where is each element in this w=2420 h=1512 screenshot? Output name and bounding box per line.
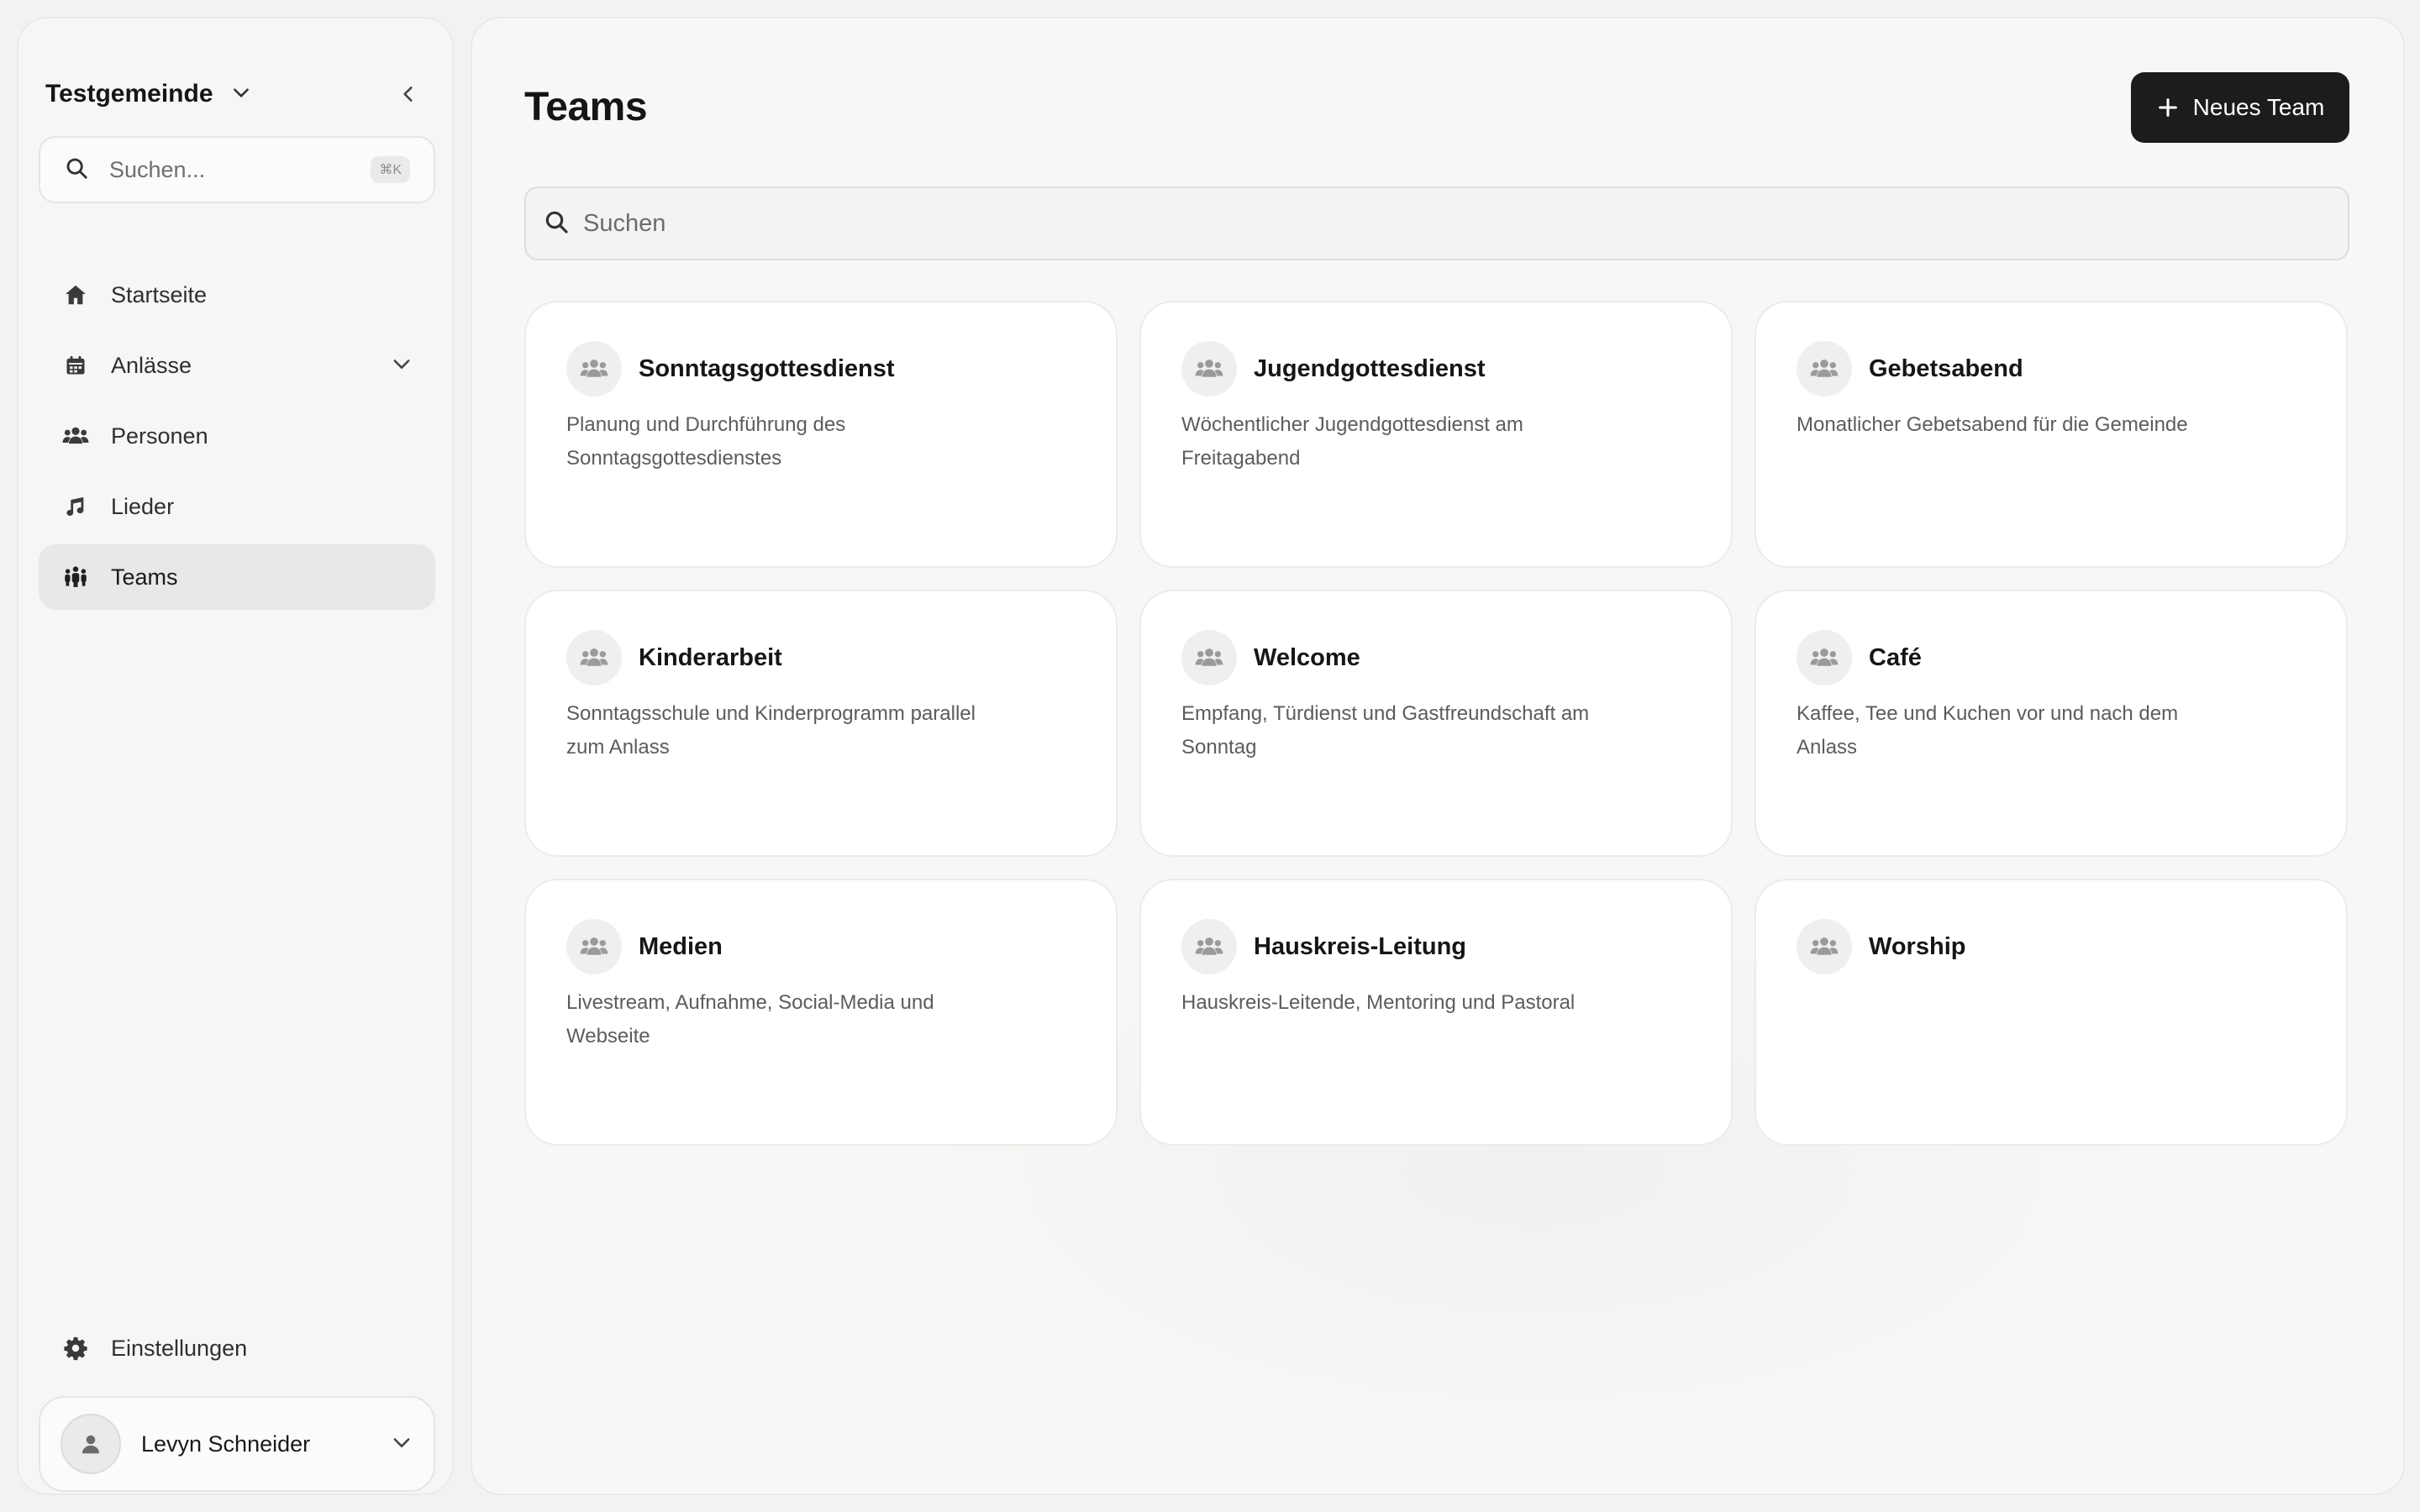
user-icon xyxy=(82,1435,99,1454)
sidebar: Testgemeinde Suchen... ⌘K Startseite Anl… xyxy=(17,17,454,1495)
team-name: Medien xyxy=(639,932,723,960)
team-description: Hauskreis-Leitende, Mentoring und Pastor… xyxy=(1181,991,1576,1014)
team-description: Sonntagsschule und Kinderprogramm parall… xyxy=(566,702,976,759)
chevron-left-icon xyxy=(403,87,413,102)
music-note-icon xyxy=(62,493,89,520)
team-card[interactable]: Sonntagsgottesdienst Planung und Durchfü… xyxy=(524,301,1118,568)
home-icon xyxy=(62,281,89,308)
sidebar-item-teams[interactable]: Teams xyxy=(39,544,435,610)
people-icon xyxy=(62,423,89,449)
team-icon xyxy=(566,919,622,974)
calendar-icon xyxy=(62,352,89,379)
user-menu[interactable]: Levyn Schneider xyxy=(39,1396,435,1492)
team-icon xyxy=(566,341,622,396)
user-name: Levyn Schneider xyxy=(141,1431,311,1457)
chevron-down-icon xyxy=(230,81,252,108)
plus-icon xyxy=(2158,98,2177,117)
new-team-button-label: Neues Team xyxy=(2192,94,2325,120)
team-icon xyxy=(1797,630,1852,685)
team-description: Kaffee, Tee und Kuchen vor und nach dem … xyxy=(1797,702,2179,759)
team-icon xyxy=(1181,341,1237,396)
team-description: Monatlicher Gebetsabend für die Gemeinde xyxy=(1797,413,2188,436)
team-description: Livestream, Aufnahme, Social-Media und W… xyxy=(566,991,934,1047)
avatar xyxy=(60,1414,121,1474)
sidebar-item-label: Startseite xyxy=(111,281,208,307)
team-search-input[interactable]: Suchen xyxy=(524,186,2349,260)
chevron-down-icon xyxy=(390,352,413,380)
page-title: Teams xyxy=(524,85,648,129)
search-placeholder: Suchen... xyxy=(109,156,206,182)
team-icon xyxy=(1797,919,1852,974)
team-name: Sonntagsgottesdienst xyxy=(639,354,895,382)
sidebar-item-label: Anlässe xyxy=(111,352,192,378)
search-placeholder: Suchen xyxy=(583,209,666,237)
settings-label: Einstellungen xyxy=(111,1335,248,1361)
sidebar-item-einstellungen[interactable]: Einstellungen xyxy=(39,1319,435,1378)
team-name: Hauskreis-Leitung xyxy=(1254,932,1466,960)
chevron-down-icon xyxy=(390,1431,413,1458)
team-card[interactable]: Welcome Empfang, Türdienst und Gastfreun… xyxy=(1139,590,1733,857)
team-description: Wöchentlicher Jugendgottesdienst am Frei… xyxy=(1181,413,1523,470)
team-card[interactable]: Jugendgottesdienst Wöchentlicher Jugendg… xyxy=(1139,301,1733,568)
search-icon xyxy=(64,155,89,185)
sidebar-item-label: Personen xyxy=(111,423,208,449)
team-card[interactable]: Kinderarbeit Sonntagsschule und Kinderpr… xyxy=(524,590,1118,857)
team-name: Gebetsabend xyxy=(1869,354,2023,382)
team-card[interactable]: Worship xyxy=(1754,879,2348,1146)
collapse-sidebar-button[interactable] xyxy=(388,74,429,114)
team-description: Planung und Durchführung des Sonntagsgot… xyxy=(566,413,846,470)
sidebar-item-personen[interactable]: Personen xyxy=(39,403,435,469)
main-content: Teams Neues Team Suchen Sonntagsgottesdi… xyxy=(471,17,2405,1495)
team-card[interactable]: Gebetsabend Monatlicher Gebetsabend für … xyxy=(1754,301,2348,568)
team-name: Worship xyxy=(1869,932,1966,960)
team-card[interactable]: Hauskreis-Leitung Hauskreis-Leitende, Me… xyxy=(1139,879,1733,1146)
sidebar-item-label: Teams xyxy=(111,564,178,590)
team-icon xyxy=(1181,630,1237,685)
team-name: Kinderarbeit xyxy=(639,643,782,671)
team-name: Café xyxy=(1869,643,1922,671)
team-card[interactable]: Café Kaffee, Tee und Kuchen vor und nach… xyxy=(1754,590,2348,857)
sidebar-item-anlaesse[interactable]: Anlässe xyxy=(39,333,435,398)
sidebar-item-lieder[interactable]: Lieder xyxy=(39,474,435,539)
team-icon xyxy=(1181,919,1237,974)
sidebar-item-label: Lieder xyxy=(111,493,175,519)
team-card[interactable]: Medien Livestream, Aufnahme, Social-Medi… xyxy=(524,879,1118,1146)
team-description: Empfang, Türdienst und Gastfreundschaft … xyxy=(1181,702,1590,759)
sidebar-search-input[interactable]: Suchen... ⌘K xyxy=(39,136,435,203)
teams-icon xyxy=(62,564,89,591)
workspace-switcher[interactable]: Testgemeinde xyxy=(45,72,252,116)
search-icon xyxy=(543,208,570,239)
shortcut-badge: ⌘K xyxy=(371,156,410,183)
sidebar-item-startseite[interactable]: Startseite xyxy=(39,262,435,328)
new-team-button[interactable]: Neues Team xyxy=(2131,72,2349,143)
teams-grid: Sonntagsgottesdienst Planung und Durchfü… xyxy=(524,301,2351,1146)
team-icon xyxy=(566,630,622,685)
gear-icon xyxy=(62,1335,89,1362)
team-name: Jugendgottesdienst xyxy=(1254,354,1486,382)
team-name: Welcome xyxy=(1254,643,1360,671)
team-icon xyxy=(1797,341,1852,396)
sidebar-nav: Startseite Anlässe Personen Lieder Teams xyxy=(39,262,435,615)
workspace-name: Testgemeinde xyxy=(45,80,213,108)
